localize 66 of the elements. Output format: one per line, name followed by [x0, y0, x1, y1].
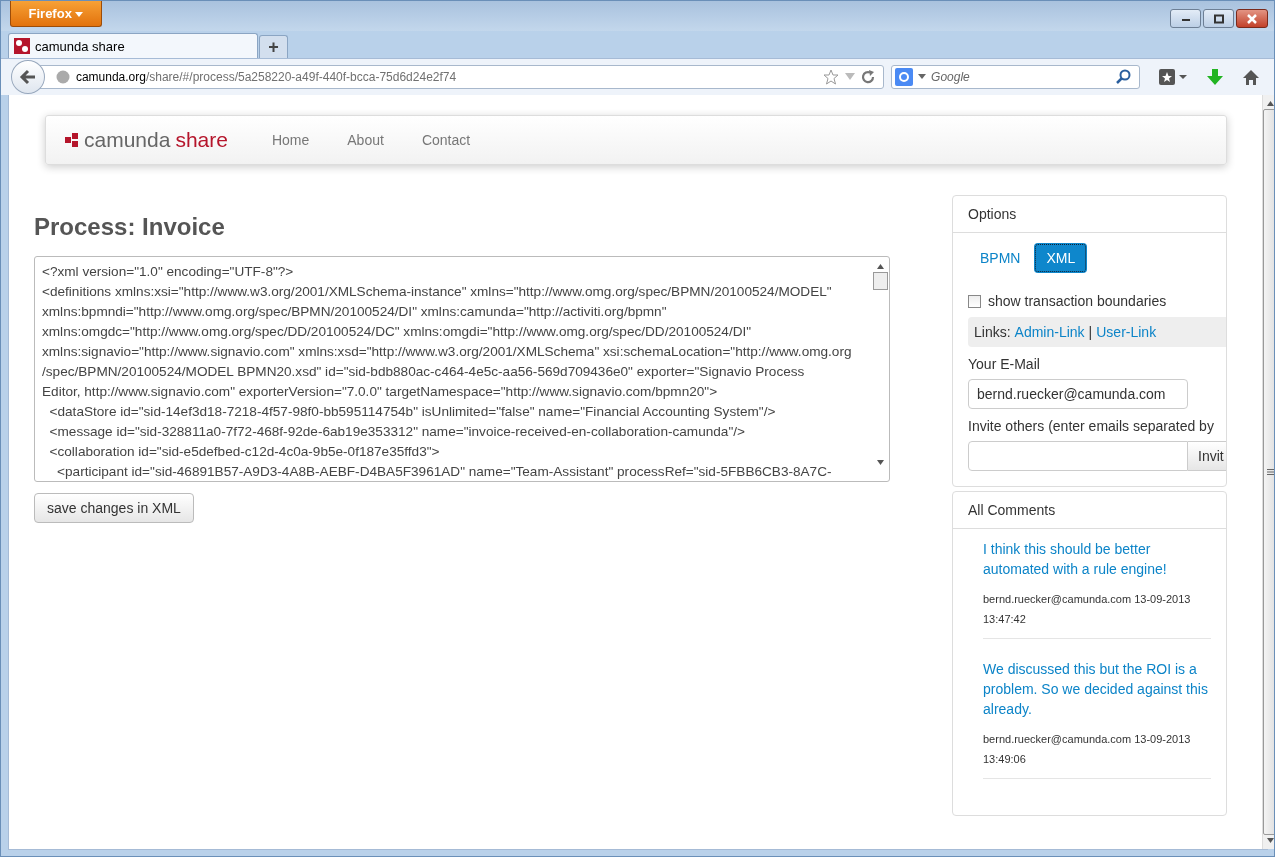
- code-line: <definitions xmlns:xsi="http://www.w3.org/2001/XMLSchema-instance" xmlns="http://www.omg.org/spec/BPMN/20100524/MODEL": [42, 283, 833, 301]
- code-line: /spec/BPMN/20100524/MODEL BPMN20.xsd" id="sid-bdb880ac-c464-4e5c-aa56-569d709436e0" exporter="Signavio Process: [42, 363, 806, 381]
- checkbox-label: show transaction boundaries: [988, 293, 1167, 309]
- code-line: <dataStore id="sid-14ef3d18-7218-4f57-98f0-bb595114754b" isUnlimited="false" name="Financial Accounting System"/>: [48, 403, 777, 421]
- scroll-down-icon[interactable]: [1267, 838, 1274, 843]
- link[interactable]: User-Link: [1096, 324, 1157, 340]
- grip-icon: [1267, 469, 1274, 475]
- scroll-up-icon[interactable]: [1267, 101, 1274, 106]
- brand-product[interactable]: share: [175, 128, 228, 152]
- invite-field[interactable]: [968, 441, 1188, 471]
- brand-name[interactable]: camunda: [84, 128, 171, 152]
- nav-link[interactable]: About: [328, 132, 403, 148]
- bookmarks-icon[interactable]: [1158, 68, 1189, 86]
- panel-heading: All Comments: [953, 492, 1226, 529]
- code-line: <message id="sid-328811a0-7f72-468f-92de-6ab19e353312" name="invoice-received-en-collaboration-camunda"/>: [48, 423, 746, 441]
- panel-heading: Options: [953, 196, 1226, 233]
- view-tab[interactable]: XML: [1034, 243, 1088, 273]
- maximize-button[interactable]: [1203, 9, 1234, 28]
- back-button[interactable]: [11, 60, 45, 94]
- comment-text: I think this should be better automated with a rule engine!: [983, 540, 1168, 579]
- code-line: xmlns:signavio="http://www.signavio.com" xmlns:xsd="http://www.w3.org/2001/XMLSchema" xsi:schemaLocation="http://www.omg.org: [42, 343, 853, 361]
- nav-link[interactable]: Home: [252, 132, 329, 148]
- nav-link[interactable]: Contact: [402, 132, 490, 148]
- checkbox[interactable]: [968, 294, 981, 308]
- code-line: <collaboration id="sid-e5defbed-c12d-4c0a-9b5e-0f187e35ffd3">: [48, 443, 441, 461]
- search-field[interactable]: Google: [891, 65, 1141, 89]
- separator: |: [1088, 324, 1093, 340]
- logo-icon: [65, 133, 79, 147]
- email-field[interactable]: bernd.ruecker@camunda.com: [968, 379, 1188, 409]
- back-arrow-icon: [18, 69, 37, 85]
- code-line: Editor, http://www.signavio.com" exporterVersion="7.0.0" targetNamespace="http://www.signavio.com/bpmn20">: [42, 383, 719, 401]
- scroll-up-icon[interactable]: [877, 264, 884, 269]
- invite-button[interactable]: Invit: [1188, 441, 1226, 471]
- reload-icon[interactable]: [861, 70, 876, 84]
- code-line: xmlns:omgdc="http://www.omg.org/spec/DD/20100524/DC" xmlns:omgdi="http://www.omg.org/spec/DD/20100524/DI": [42, 323, 753, 341]
- comment-meta: bernd.ruecker@camunda.com 13-09-2013 13:47:42: [983, 592, 1192, 627]
- code-line: <participant id="sid-46891B57-A9D3-4A8B-AEBF-D4BA5F3961AD" name="Team-Assistant" processRef="sid-5FBB6CB3-8A7C-: [56, 463, 833, 481]
- search-engine-icon[interactable]: [895, 68, 914, 86]
- comment-meta: bernd.ruecker@camunda.com 13-09-2013 13:49:06: [983, 732, 1192, 767]
- star-icon[interactable]: [823, 69, 840, 85]
- save-button[interactable]: save changes in XML: [34, 493, 194, 523]
- code-line: xmlns:bpmndi="http://www.omg.org/spec/BPMN/20100524/DI" xmlns:camunda="http://activiti.org/bpmn": [42, 303, 668, 321]
- links-label: Links:: [974, 324, 1011, 340]
- code-line: <?xml version="1.0" encoding="UTF-8"?>: [42, 263, 295, 281]
- close-button[interactable]: [1236, 9, 1268, 28]
- caret-icon: [75, 12, 84, 18]
- view-tab[interactable]: BPMN: [968, 243, 1033, 273]
- xml-editor[interactable]: [34, 256, 890, 482]
- browser-tab[interactable]: camunda share: [8, 33, 258, 58]
- maximize-icon: [1212, 13, 1225, 24]
- field-label: Your E-Mail: [968, 356, 1041, 372]
- comment-text: We discussed this but the ROI is a problem. So we decided against this already.: [983, 660, 1209, 719]
- home-icon[interactable]: [1242, 68, 1260, 86]
- favicon-icon: [14, 38, 30, 54]
- dropdown-icon[interactable]: [918, 74, 927, 80]
- close-icon: [1245, 13, 1259, 24]
- scrollbar[interactable]: [1262, 95, 1274, 849]
- scroll-thumb[interactable]: [873, 272, 888, 290]
- field-label: Invite others (enter emails separated by: [968, 418, 1215, 434]
- minimize-button[interactable]: [1170, 9, 1201, 28]
- scroll-down-icon[interactable]: [877, 460, 884, 465]
- address-bar[interactable]: camunda.org/share/#/process/5a258220-a49f-440f-bcca-75d6d24e2f74: [38, 65, 885, 89]
- new-tab-button[interactable]: +: [259, 35, 288, 58]
- search-icon[interactable]: [1115, 69, 1132, 85]
- page-title: Process: Invoice: [34, 213, 226, 241]
- link[interactable]: Admin-Link: [1014, 324, 1085, 340]
